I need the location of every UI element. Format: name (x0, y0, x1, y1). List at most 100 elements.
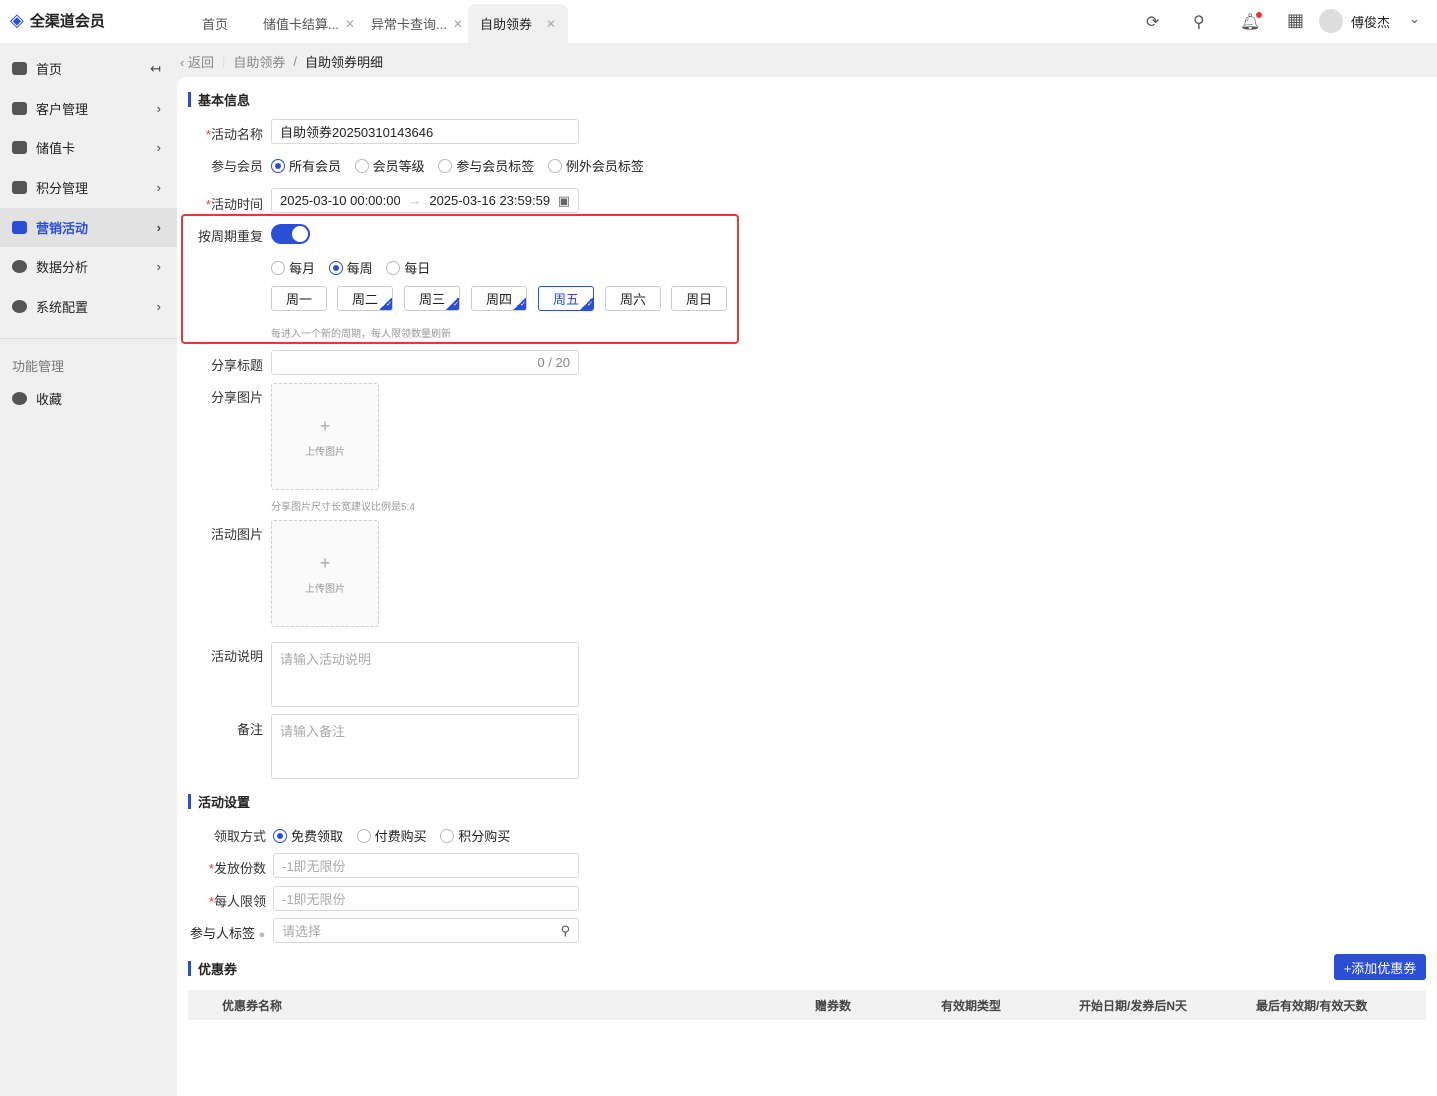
highlight-box (181, 214, 739, 344)
end-time[interactable]: 2025-03-16 23:59:59 (429, 193, 549, 208)
sidebar-item-settings[interactable]: 系统配置 › (0, 287, 177, 326)
desc-textarea[interactable]: 请输入活动说明 (271, 642, 579, 707)
nav-label: 数据分析 (36, 260, 89, 275)
radio-all-members[interactable]: 所有会员 (271, 156, 341, 175)
chart-icon (12, 221, 27, 234)
bell-icon[interactable]: 🔔︎ (1240, 12, 1263, 32)
divider (0, 338, 177, 339)
day-tuesday[interactable]: 周二 (337, 286, 393, 311)
tab-home[interactable]: 首页 (190, 4, 240, 43)
radio-weekly[interactable]: 每周 (328, 258, 373, 277)
section-activity-settings: 活动设置 (188, 792, 250, 811)
remark-textarea[interactable]: 请输入备注 (271, 714, 579, 779)
char-count: 0 / 20 (537, 355, 570, 370)
tab-label: 自助领券 (480, 17, 533, 32)
tab-abnormal-card[interactable]: 异常卡查询... ✕ (359, 4, 475, 43)
sidebar-item-home[interactable]: 首页 ↤ (0, 49, 177, 88)
desc-label: 活动说明 (210, 649, 263, 664)
app-logo[interactable]: ◈ 全渠道会员 (10, 10, 105, 31)
chevron-right-icon: › (156, 259, 161, 274)
issue-count-input[interactable]: -1即无限份 (273, 853, 579, 878)
column-header: 有效期类型 (941, 999, 1002, 1013)
tab-self-coupon[interactable]: 自助领券 ✕ (468, 4, 568, 43)
sidebar: 首页 ↤ 客户管理 › 储值卡 › 积分管理 › 营销活动 › 数据分析 › 系统配置 › 功… (0, 43, 177, 1096)
user-name[interactable]: 傅俊杰 (1351, 12, 1390, 31)
radio-daily[interactable]: 每日 (386, 258, 430, 277)
home-icon (12, 62, 27, 75)
day-monday[interactable]: 周一 (271, 286, 327, 311)
share-image-label: 分享图片 (210, 390, 263, 405)
day-friday[interactable]: 周五 (538, 286, 594, 311)
heart-icon (12, 392, 27, 405)
breadcrumb-parent[interactable]: 自助领券 (233, 52, 285, 71)
time-label: *活动时间 (205, 197, 263, 212)
sidebar-item-favorites[interactable]: 收藏 (0, 379, 177, 418)
tab-label: 储值卡结算... (263, 17, 339, 32)
refresh-icon[interactable]: ⟳ (1146, 12, 1159, 32)
radio-points[interactable]: 积分购买 (440, 826, 510, 845)
activity-time-range[interactable]: 2025-03-10 00:00:00 → 2025-03-16 23:59:59 ▣ (271, 188, 579, 213)
tag-label: 参与人标签 ● (190, 926, 266, 941)
sidebar-item-stored-card[interactable]: 储值卡 › (0, 128, 177, 167)
day-wednesday[interactable]: 周三 (404, 286, 460, 311)
per-person-limit-input[interactable]: -1即无限份 (273, 886, 579, 911)
nav-label: 储值卡 (36, 141, 76, 156)
day-thursday[interactable]: 周四 (471, 286, 527, 311)
repeat-toggle[interactable] (271, 224, 310, 244)
close-icon[interactable]: ✕ (546, 17, 556, 31)
search-icon[interactable]: ⚲ (1193, 12, 1205, 32)
back-link[interactable]: ‹ 返回 (180, 52, 214, 71)
activity-image-upload[interactable]: + 上传图片 (271, 520, 379, 627)
avatar[interactable] (1319, 9, 1343, 33)
activity-name-input[interactable]: 自助领券20250310143646 (271, 119, 579, 144)
wallet-icon (12, 141, 27, 154)
plus-icon: + (319, 552, 331, 573)
radio-paid[interactable]: 付费购买 (356, 826, 427, 845)
remark-label: 备注 (236, 722, 263, 737)
sidebar-item-marketing[interactable]: 营销活动 › (0, 208, 177, 247)
tab-stored-card[interactable]: 储值卡结算... ✕ (251, 4, 367, 43)
radio-member-tag[interactable]: 参与会员标签 (438, 156, 534, 175)
collapse-icon[interactable]: ↤ (150, 61, 161, 77)
tag-select[interactable]: 请选择 ⚲ (273, 918, 579, 943)
radio-monthly[interactable]: 每月 (271, 258, 315, 277)
radio-member-level[interactable]: 会员等级 (354, 156, 425, 175)
column-header: 赠券数 (815, 999, 852, 1013)
column-header: 优惠券名称 (222, 999, 283, 1013)
user-icon (12, 102, 27, 115)
section-basic-info: 基本信息 (188, 90, 250, 109)
sidebar-item-customers[interactable]: 客户管理 › (0, 89, 177, 128)
radio-free[interactable]: 免费领取 (273, 826, 343, 845)
member-label: 参与会员 (210, 159, 263, 174)
nav-label: 收藏 (36, 392, 63, 407)
chevron-down-icon[interactable]: ⌄ (1409, 11, 1420, 27)
help-icon[interactable]: ● (259, 929, 266, 941)
radio-exclude-tag[interactable]: 例外会员标签 (547, 156, 644, 175)
tab-label: 异常卡查询... (371, 17, 447, 32)
add-coupon-button[interactable]: +添加优惠券 (1334, 954, 1426, 980)
sidebar-item-points[interactable]: 积分管理 › (0, 168, 177, 207)
name-label: *活动名称 (205, 127, 263, 142)
share-image-upload[interactable]: + 上传图片 (271, 383, 379, 490)
close-icon[interactable]: ✕ (345, 17, 355, 31)
plus-icon: + (319, 415, 331, 436)
repeat-hint: 每进入一个新的周期，每人限领数量刷新 (271, 329, 451, 340)
share-title-label: 分享标题 (210, 358, 263, 373)
column-header: 最后有效期/有效天数 (1256, 999, 1368, 1013)
sidebar-item-analytics[interactable]: 数据分析 › (0, 247, 177, 286)
method-radio-group: 免费领取 付费购买 积分购买 (273, 826, 520, 846)
repeat-label: 按周期重复 (197, 229, 263, 244)
nav-label: 系统配置 (36, 300, 89, 315)
close-icon[interactable]: ✕ (453, 17, 463, 31)
apps-grid-icon[interactable]: ▦ (1287, 10, 1304, 31)
section-label: 功能管理 (12, 359, 65, 374)
share-image-hint: 分享图片尺寸长宽建议比例是5:4 (271, 502, 415, 513)
start-time[interactable]: 2025-03-10 00:00:00 (280, 193, 400, 208)
limit-label: *每人限领 (208, 894, 266, 909)
chevron-right-icon: › (156, 220, 161, 235)
pie-icon (12, 260, 27, 273)
share-title-input[interactable]: 0 / 20 (271, 350, 579, 375)
day-sunday[interactable]: 周日 (671, 286, 727, 311)
day-saturday[interactable]: 周六 (605, 286, 661, 311)
member-radio-group: 所有会员 会员等级 参与会员标签 例外会员标签 (271, 156, 654, 176)
